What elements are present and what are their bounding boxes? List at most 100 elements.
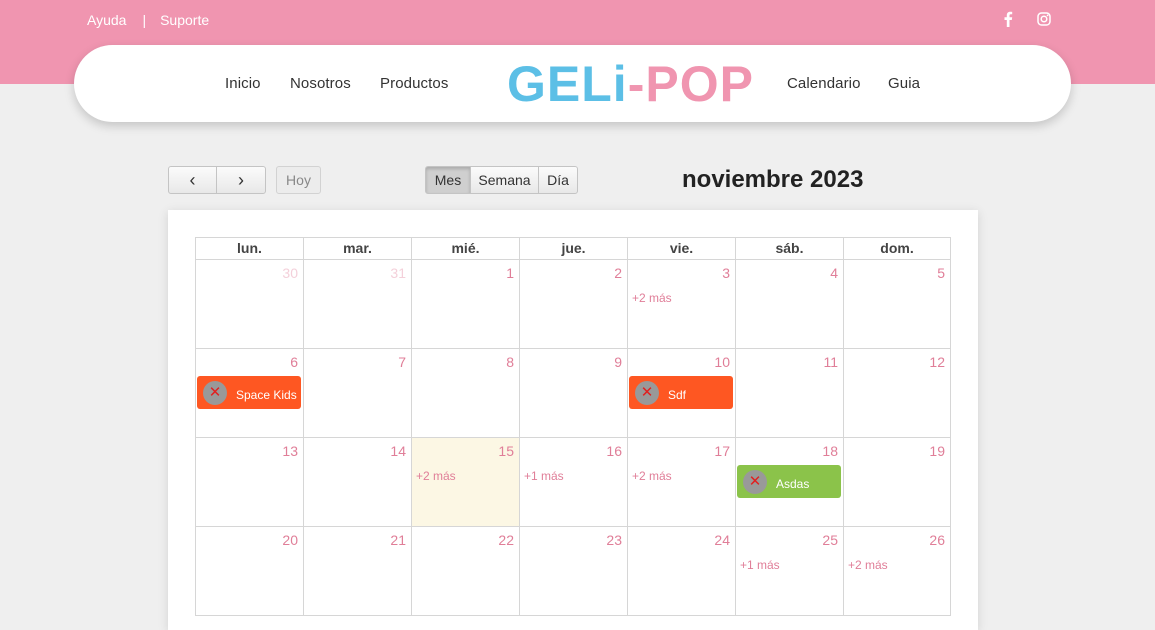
nav-guia[interactable]: Guia: [888, 75, 920, 92]
day-cell[interactable]: 3 +2 más: [627, 260, 735, 349]
day-cell[interactable]: 10 ✕ Sdf: [627, 349, 735, 438]
weekday-header-cell: mié.: [411, 237, 519, 260]
day-cell[interactable]: 25 +1 más: [735, 527, 843, 616]
day-number[interactable]: 6: [290, 354, 298, 370]
main-navbar: Inicio Nosotros Productos GELi-POP Calen…: [74, 45, 1071, 122]
day-number[interactable]: 16: [606, 443, 622, 459]
logo-part-1: GELi: [507, 56, 628, 112]
day-cell[interactable]: 26 +2 más: [843, 527, 951, 616]
day-number[interactable]: 17: [714, 443, 730, 459]
day-number[interactable]: 2: [614, 265, 622, 281]
calendar-event[interactable]: ✕ Space Kids: [197, 376, 301, 409]
view-week-button[interactable]: Semana: [470, 166, 539, 194]
day-number[interactable]: 7: [398, 354, 406, 370]
day-number[interactable]: 11: [823, 354, 838, 370]
day-cell[interactable]: 2: [519, 260, 627, 349]
day-cell[interactable]: 4: [735, 260, 843, 349]
day-cell[interactable]: 22: [411, 527, 519, 616]
weeks-container: 30 31 1 2 3 +2 más 4 5 6 ✕ Space Kids 7 8 9 10 ✕ Sdf 11 12…: [195, 260, 951, 616]
weekday-header-cell: vie.: [627, 237, 735, 260]
nav-productos[interactable]: Productos: [380, 75, 448, 92]
day-cell[interactable]: 11: [735, 349, 843, 438]
nav-inicio[interactable]: Inicio: [225, 75, 261, 92]
top-links: Ayuda | Suporte: [87, 12, 209, 28]
day-cell[interactable]: 24: [627, 527, 735, 616]
day-number[interactable]: 20: [282, 532, 298, 548]
day-number[interactable]: 18: [822, 443, 838, 459]
day-cell[interactable]: 13: [195, 438, 303, 527]
weekday-header-cell: dom.: [843, 237, 951, 260]
day-cell[interactable]: 9: [519, 349, 627, 438]
day-number[interactable]: 9: [614, 354, 622, 370]
remove-event-icon[interactable]: ✕: [743, 469, 767, 494]
day-cell[interactable]: 30: [195, 260, 303, 349]
day-number[interactable]: 8: [506, 354, 514, 370]
day-cell[interactable]: 12: [843, 349, 951, 438]
weekday-header-cell: sáb.: [735, 237, 843, 260]
month-grid: lun. mar. mié. jue. vie. sáb. dom. 30 31 1 2 3 +2 m…: [195, 237, 951, 616]
day-cell[interactable]: 5: [843, 260, 951, 349]
more-events-link[interactable]: +2 más: [848, 558, 888, 572]
day-cell[interactable]: 20: [195, 527, 303, 616]
day-number[interactable]: 26: [929, 532, 945, 548]
day-number[interactable]: 19: [929, 443, 945, 459]
day-number[interactable]: 22: [498, 532, 514, 548]
day-number[interactable]: 4: [830, 265, 838, 281]
week-row: 30 31 1 2 3 +2 más 4 5: [195, 260, 951, 349]
day-number[interactable]: 23: [606, 532, 622, 548]
nav-nosotros[interactable]: Nosotros: [290, 75, 351, 92]
day-cell[interactable]: 17 +2 más: [627, 438, 735, 527]
day-cell[interactable]: 23: [519, 527, 627, 616]
day-cell[interactable]: 6 ✕ Space Kids: [195, 349, 303, 438]
day-cell[interactable]: 18 ✕ Asdas: [735, 438, 843, 527]
support-link[interactable]: Suporte: [160, 12, 209, 28]
day-number[interactable]: 13: [282, 443, 298, 459]
more-events-link[interactable]: +1 más: [740, 558, 780, 572]
day-cell[interactable]: 31: [303, 260, 411, 349]
day-cell[interactable]: 16 +1 más: [519, 438, 627, 527]
day-number[interactable]: 31: [390, 265, 406, 281]
view-day-button[interactable]: Día: [538, 166, 578, 194]
day-number[interactable]: 10: [714, 354, 730, 370]
more-events-link[interactable]: +2 más: [632, 291, 672, 305]
remove-event-icon[interactable]: ✕: [203, 380, 227, 405]
day-cell[interactable]: 14: [303, 438, 411, 527]
day-number[interactable]: 25: [822, 532, 838, 548]
more-events-link[interactable]: +2 más: [632, 469, 672, 483]
instagram-icon[interactable]: [1037, 12, 1051, 26]
calendar-event[interactable]: ✕ Asdas: [737, 465, 841, 498]
day-number[interactable]: 15: [498, 443, 514, 459]
prev-month-button[interactable]: ‹: [168, 166, 217, 194]
day-cell[interactable]: 19: [843, 438, 951, 527]
day-number[interactable]: 14: [390, 443, 406, 459]
weekday-header-cell: jue.: [519, 237, 627, 260]
link-separator: |: [142, 12, 147, 28]
day-cell-today[interactable]: 15 +2 más: [411, 438, 519, 527]
nav-calendario[interactable]: Calendario: [787, 75, 861, 92]
day-number[interactable]: 21: [390, 532, 406, 548]
day-number[interactable]: 30: [282, 265, 298, 281]
weekday-header-cell: mar.: [303, 237, 411, 260]
more-events-link[interactable]: +1 más: [524, 469, 564, 483]
calendar-event[interactable]: ✕ Sdf: [629, 376, 733, 409]
facebook-icon[interactable]: [1003, 11, 1013, 27]
view-month-button[interactable]: Mes: [425, 166, 471, 194]
remove-event-icon[interactable]: ✕: [635, 380, 659, 405]
day-cell[interactable]: 7: [303, 349, 411, 438]
site-logo[interactable]: GELi-POP: [507, 58, 754, 110]
day-number[interactable]: 3: [722, 265, 730, 281]
event-label: Space Kids: [236, 387, 297, 402]
day-cell[interactable]: 21: [303, 527, 411, 616]
next-month-button[interactable]: ›: [216, 166, 266, 194]
day-cell[interactable]: 1: [411, 260, 519, 349]
day-number[interactable]: 1: [506, 265, 514, 281]
event-label: Sdf: [668, 387, 687, 402]
day-number[interactable]: 24: [714, 532, 730, 548]
day-number[interactable]: 5: [937, 265, 945, 281]
day-cell[interactable]: 8: [411, 349, 519, 438]
today-button[interactable]: Hoy: [276, 166, 321, 194]
help-link[interactable]: Ayuda: [87, 12, 126, 28]
day-number[interactable]: 12: [929, 354, 945, 370]
weekday-header: lun. mar. mié. jue. vie. sáb. dom.: [195, 237, 951, 260]
more-events-link[interactable]: +2 más: [416, 469, 456, 483]
